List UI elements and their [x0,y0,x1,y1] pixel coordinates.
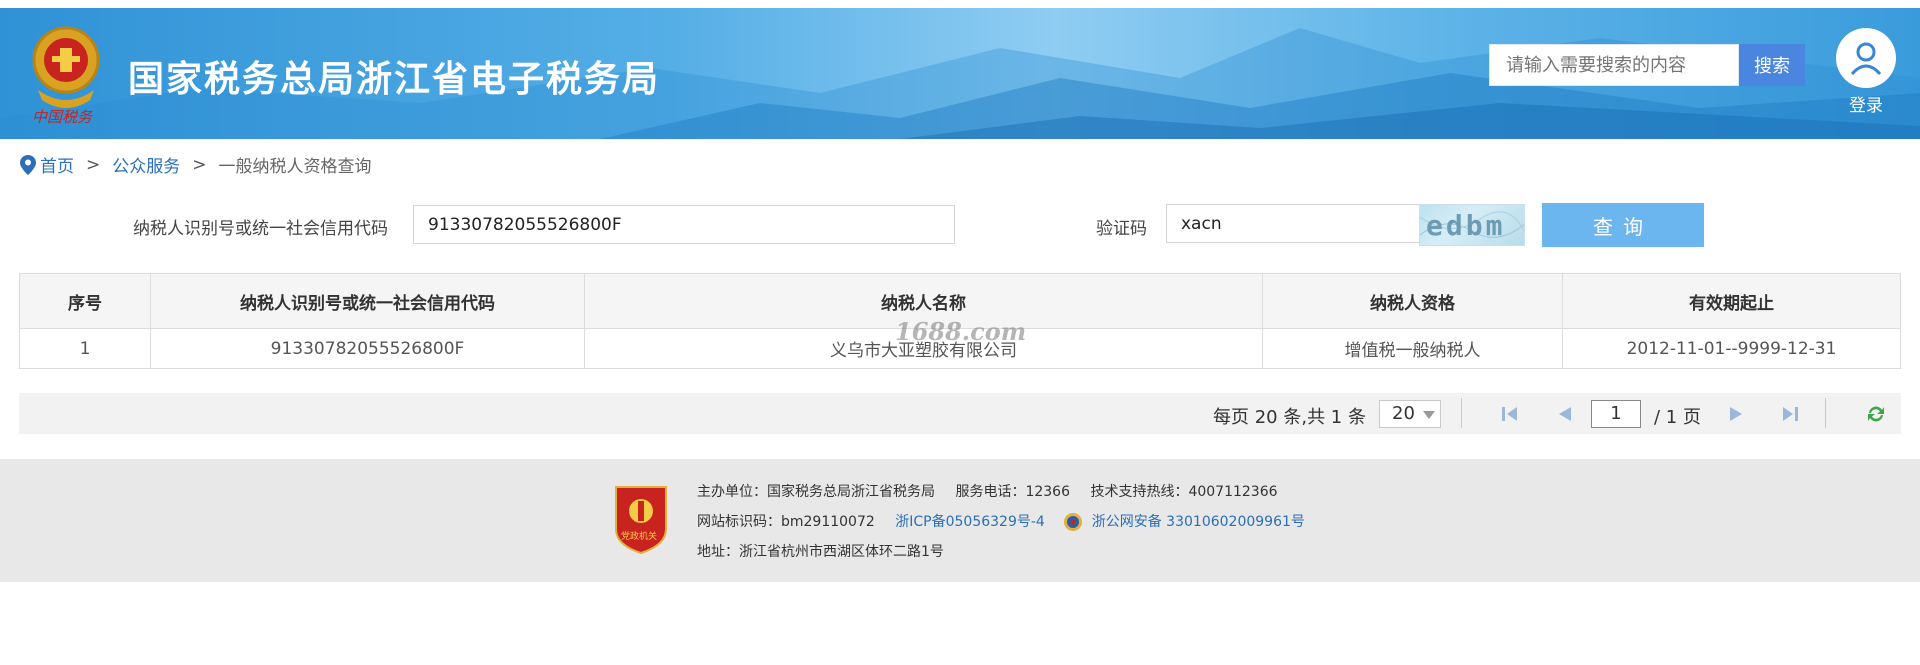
first-page-icon[interactable] [1499,403,1521,425]
search-button[interactable]: 搜索 [1739,44,1805,86]
captcha-image[interactable]: edbm [1419,204,1525,246]
police-record-link[interactable]: 浙公网安备 33010602009961号 [1092,514,1305,530]
column-header-taxpayer-id: 纳税人识别号或统一社会信用代码 [150,273,585,329]
footer-support-hotline: 技术支持热线：4007112366 [1090,484,1278,500]
breadcrumb-current: 一般纳税人资格查询 [218,157,372,177]
police-badge-icon [1064,513,1083,531]
pager-divider [1825,398,1826,428]
pagination-bar: 每页 20 条,共 1 条 20 1 / 1 页 [19,393,1901,434]
footer-sponsor: 主办单位：国家税务总局浙江省税务局 [697,484,935,500]
current-page-input[interactable]: 1 [1591,400,1641,428]
refresh-icon[interactable] [1865,403,1887,425]
next-page-icon[interactable] [1725,403,1747,425]
query-button[interactable]: 查询 [1542,203,1704,247]
search-input[interactable] [1489,44,1739,86]
cell-validity: 2012-11-01--9999-12-31 [1562,328,1901,369]
cell-index: 1 [19,328,151,369]
watermark-text: 1688.com [895,317,1027,346]
footer: 党政机关 主办单位：国家税务总局浙江省税务局 服务电话：12366 技术支持热线… [0,459,1920,582]
badge-caption: 党政机关 [621,532,658,542]
breadcrumb-separator: > [86,154,101,175]
footer-site-id: 网站标识码：bm29110072 [697,514,875,530]
last-page-icon[interactable] [1779,403,1801,425]
taxpayer-id-label: 纳税人识别号或统一社会信用代码 [133,219,388,239]
chevron-down-icon [1423,411,1435,419]
footer-line-sponsor: 主办单位：国家税务总局浙江省税务局 服务电话：12366 技术支持热线：4007… [697,481,1278,501]
cell-taxpayer-id: 91330782055526800F [150,328,585,369]
breadcrumb-home[interactable]: 首页 [40,152,74,177]
party-government-badge-icon[interactable]: 党政机关 [612,483,670,555]
footer-line-registration: 网站标识码：bm29110072 浙ICP备05056329号-4 浙公网安备 … [697,511,1305,532]
breadcrumb: 首页 > 公众服务 > 一般纳税人资格查询 [20,152,372,177]
login-label: 登录 [1849,96,1883,116]
captcha-label: 验证码 [1096,219,1147,239]
pager-divider [1461,398,1462,428]
captcha-text: edbm [1426,209,1506,242]
captcha-input[interactable] [1166,204,1422,243]
taxpayer-id-input[interactable] [413,205,955,244]
total-pages-label: / 1 页 [1654,407,1701,428]
user-icon [1836,28,1896,88]
previous-page-icon[interactable] [1554,403,1576,425]
breadcrumb-separator: > [192,154,207,175]
header-banner: 中国税务 国家税务总局浙江省电子税务局 搜索 登录 [0,8,1920,139]
footer-address: 地址：浙江省杭州市西湖区体环二路1号 [697,544,944,560]
site-title: 国家税务总局浙江省电子税务局 [128,59,661,100]
column-header-index: 序号 [19,273,151,329]
page: 中国税务 国家税务总局浙江省电子税务局 搜索 登录 首页 > 公众服务 > 一般… [0,0,1920,665]
page-size-value: 20 [1392,403,1415,424]
location-pin-icon [20,154,36,175]
icp-link[interactable]: 浙ICP备05056329号-4 [895,514,1045,530]
breadcrumb-public-services[interactable]: 公众服务 [112,152,180,177]
footer-service-phone: 服务电话：12366 [955,484,1070,500]
tax-emblem-logo: 中国税务 [26,20,106,132]
column-header-qualification: 纳税人资格 [1262,273,1563,329]
cell-qualification: 增值税一般纳税人 [1262,328,1563,369]
emblem-caption: 中国税务 [32,108,93,126]
page-size-select[interactable]: 20 [1379,400,1441,428]
pager-summary: 每页 20 条,共 1 条 [1213,407,1366,428]
login-button[interactable]: 登录 [1834,28,1898,116]
column-header-validity: 有效期起止 [1562,273,1901,329]
